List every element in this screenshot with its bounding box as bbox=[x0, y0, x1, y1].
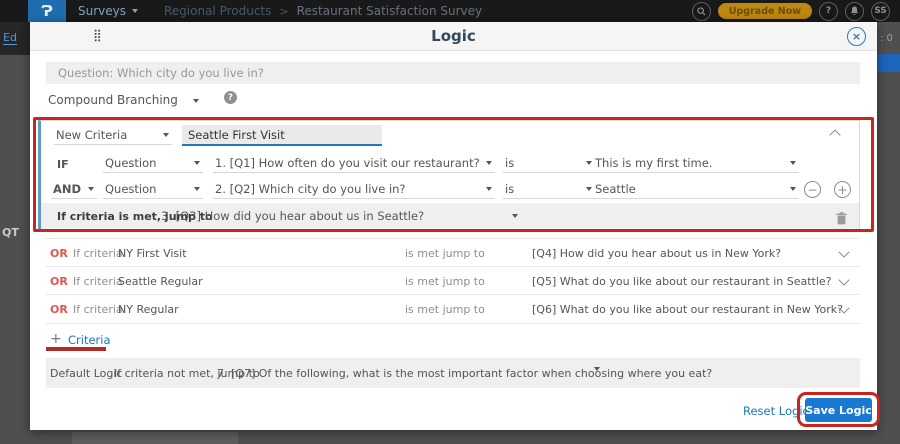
or-criteria-row[interactable]: OR If criteria Seattle Regular is met ju… bbox=[46, 266, 860, 295]
or-label: OR bbox=[50, 303, 68, 316]
caret-down-icon bbox=[586, 187, 592, 191]
and-value-label: Seattle bbox=[595, 182, 636, 196]
met-jump-label: is met jump to bbox=[405, 303, 485, 316]
and-value-dropdown[interactable]: Seattle bbox=[593, 181, 799, 199]
background-content-fragment bbox=[72, 432, 238, 444]
caret-down-icon bbox=[194, 161, 200, 165]
caret-down-icon bbox=[790, 187, 796, 191]
caret-down-icon bbox=[486, 187, 492, 191]
if-criteria-label: If criteria bbox=[73, 247, 123, 260]
help-icon[interactable]: ? bbox=[819, 2, 838, 21]
background-edit-link[interactable]: Ed bbox=[3, 31, 17, 45]
caret-down-icon bbox=[194, 187, 200, 191]
caret-down-icon bbox=[163, 133, 169, 137]
modal-header: ⣿ Logic × bbox=[30, 22, 877, 51]
criteria-target: [Q5] What do you like about our restaura… bbox=[532, 275, 832, 288]
if-criteria-label: If criteria bbox=[73, 303, 123, 316]
caret-down-icon bbox=[790, 161, 796, 165]
breadcrumb-parent[interactable]: Regional Products bbox=[164, 4, 271, 18]
background-question-fragment: QT bbox=[2, 226, 19, 239]
chevron-up-icon[interactable] bbox=[829, 129, 840, 140]
default-target-dropdown[interactable]: 7. [Q7] Of the following, what is the mo… bbox=[217, 367, 712, 380]
branching-type-dropdown[interactable]: Compound Branching bbox=[48, 93, 178, 107]
breadcrumb-survey-title: Restaurant Satisfaction Survey bbox=[297, 4, 483, 18]
criteria-name: Seattle Regular bbox=[118, 275, 203, 288]
add-criteria-label: Criteria bbox=[68, 333, 111, 347]
default-logic-bar: Default Logic If criteria not met, jump … bbox=[46, 358, 860, 388]
minus-circle-icon[interactable]: − bbox=[804, 181, 821, 198]
caret-down-icon bbox=[486, 161, 492, 165]
plus-icon: + bbox=[50, 332, 62, 346]
and-operator-dropdown[interactable]: AND bbox=[51, 181, 97, 199]
and-question-dropdown[interactable]: 2. [Q2] Which city do you live in? bbox=[213, 181, 495, 199]
or-criteria-row[interactable]: OR If criteria NY Regular is met jump to… bbox=[46, 294, 860, 324]
criteria-select-label: New Criteria bbox=[56, 128, 127, 142]
jump-to-value: 3. [Q3] How did you hear about us in Sea… bbox=[161, 209, 424, 223]
search-icon[interactable] bbox=[692, 2, 711, 21]
criteria-name: NY First Visit bbox=[118, 247, 187, 260]
if-source-label: Question bbox=[105, 156, 156, 170]
if-criteria-label: If criteria bbox=[73, 275, 123, 288]
plus-circle-icon[interactable]: + bbox=[834, 181, 851, 198]
if-source-dropdown[interactable]: Question bbox=[103, 155, 203, 173]
chevron-down-icon[interactable] bbox=[838, 246, 849, 257]
breadcrumb-separator: > bbox=[279, 5, 288, 18]
if-value-label: This is my first time. bbox=[595, 156, 712, 170]
caret-down-icon bbox=[88, 187, 94, 191]
caret-down-icon bbox=[512, 214, 518, 218]
if-operator-dropdown[interactable]: is bbox=[503, 155, 595, 173]
and-question-label: 2. [Q2] Which city do you live in? bbox=[215, 182, 406, 196]
close-icon[interactable]: × bbox=[847, 27, 866, 46]
criteria-target: [Q6] What do you like about our restaura… bbox=[532, 303, 843, 316]
jump-to-row: If criteria is met, jump to 3. [Q3] How … bbox=[41, 203, 859, 230]
logic-modal: ⣿ Logic × Question: Which city do you li… bbox=[30, 22, 877, 430]
and-source-label: Question bbox=[105, 182, 156, 196]
criteria-name: NY Regular bbox=[118, 303, 179, 316]
or-label: OR bbox=[50, 247, 68, 260]
screen: Ɂ Surveys Regional Products > Restaurant… bbox=[0, 0, 900, 444]
caret-down-icon[interactable] bbox=[594, 367, 600, 371]
if-operator-label: is bbox=[505, 156, 514, 170]
trash-icon[interactable] bbox=[836, 210, 847, 229]
caret-down-icon bbox=[132, 9, 138, 13]
and-label: AND bbox=[53, 182, 81, 196]
and-operator-label: is bbox=[505, 182, 514, 196]
help-circle-icon[interactable]: ? bbox=[224, 91, 237, 104]
if-label: IF bbox=[57, 158, 69, 171]
question-context-bar: Question: Which city do you live in? bbox=[46, 62, 860, 84]
criteria-name-input[interactable] bbox=[182, 125, 382, 146]
save-logic-button[interactable]: Save Logic bbox=[805, 398, 872, 422]
criteria-target: [Q4] How did you hear about us in New Yo… bbox=[532, 247, 781, 260]
criteria-select-dropdown[interactable]: New Criteria bbox=[54, 127, 172, 145]
and-operator-select[interactable]: is bbox=[503, 181, 595, 199]
if-value-dropdown[interactable]: This is my first time. bbox=[593, 155, 799, 173]
or-label: OR bbox=[50, 275, 68, 288]
reset-logic-link[interactable]: Reset Logic bbox=[743, 404, 809, 418]
navbar-actions: Upgrade Now ? SS bbox=[692, 2, 900, 21]
jump-to-dropdown[interactable]: 3. [Q3] How did you hear about us in Sea… bbox=[159, 207, 521, 225]
caret-down-icon bbox=[586, 161, 592, 165]
top-navbar: Ɂ Surveys Regional Products > Restaurant… bbox=[0, 0, 900, 22]
brand-glyph: Ɂ bbox=[41, 2, 53, 20]
upgrade-now-button[interactable]: Upgrade Now bbox=[718, 3, 812, 19]
default-logic-label: Default Logic bbox=[50, 367, 122, 380]
bell-icon[interactable] bbox=[845, 2, 864, 21]
nav-surveys-menu[interactable]: Surveys bbox=[78, 4, 138, 18]
brand-logo[interactable]: Ɂ bbox=[28, 0, 66, 22]
modal-title: Logic bbox=[30, 22, 877, 50]
or-criteria-row[interactable]: OR If criteria NY First Visit is met jum… bbox=[46, 238, 860, 267]
if-question-dropdown[interactable]: 1. [Q1] How often do you visit our resta… bbox=[213, 155, 495, 173]
if-question-label: 1. [Q1] How often do you visit our resta… bbox=[215, 156, 480, 170]
background-counter-fragment: : 0 bbox=[880, 33, 893, 44]
met-jump-label: is met jump to bbox=[405, 275, 485, 288]
nav-surveys-label: Surveys bbox=[78, 4, 126, 18]
background-button-fragment bbox=[877, 54, 900, 72]
chevron-down-icon[interactable] bbox=[838, 274, 849, 285]
avatar[interactable]: SS bbox=[871, 2, 890, 21]
met-jump-label: is met jump to bbox=[405, 247, 485, 260]
criteria-editor-card: New Criteria IF Question 1. [Q1] How oft… bbox=[38, 120, 860, 232]
caret-down-icon[interactable] bbox=[193, 99, 199, 103]
branching-type-row: Compound Branching ? bbox=[46, 91, 860, 109]
and-source-dropdown[interactable]: Question bbox=[103, 181, 203, 199]
